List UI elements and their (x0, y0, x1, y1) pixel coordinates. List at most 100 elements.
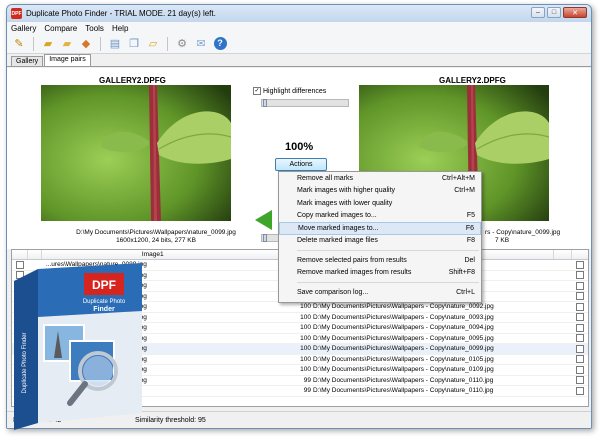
right-image-caption: rs - Copy\nature_0099.jpg 7 KB (485, 229, 560, 245)
row-image2-path: D:\My Documents\Pictures\Wallpapers - Co… (312, 376, 494, 384)
row-checkbox-right[interactable] (572, 260, 588, 270)
chat-icon[interactable]: ✉ (193, 36, 209, 52)
menu-help[interactable]: Help (112, 24, 128, 33)
tab-strip: Gallery Image pairs (7, 54, 591, 67)
toolbar-separator (100, 36, 101, 51)
open-icon[interactable]: ▱ (145, 36, 161, 52)
close-button[interactable]: ✕ (563, 7, 587, 18)
col-check2[interactable] (572, 250, 588, 259)
menu-item-save-log[interactable]: Save comparison log... Ctrl+L (279, 286, 481, 299)
row-checkbox-right[interactable] (572, 302, 588, 312)
row-spacer (554, 365, 572, 375)
row-similarity: 100 (300, 366, 311, 373)
left-image-caption: D:\My Documents\Pictures\Wallpapers\natu… (41, 229, 271, 245)
right-image-info: 7 KB (495, 237, 510, 244)
maximize-button[interactable]: □ (547, 7, 561, 18)
menu-bar: Gallery Compare Tools Help (7, 22, 591, 34)
row-image2-path: D:\My Documents\Pictures\Wallpapers - Co… (312, 334, 494, 342)
box-spine-text: Duplicate Photo Finder (22, 332, 28, 393)
left-image (41, 85, 231, 221)
actions-context-menu: Remove all marks Ctrl+Alt+M Mark images w… (278, 171, 482, 303)
highlight-differences[interactable]: ✓ Highlight differences (253, 87, 326, 95)
zoom-percent: 100% (285, 141, 314, 153)
window-title: Duplicate Photo Finder - TRIAL MODE. 21 … (26, 9, 216, 18)
menu-separator (297, 282, 479, 283)
toolbar-separator (167, 36, 168, 51)
row-image2-path: D:\My Documents\Pictures\Wallpapers - Co… (312, 313, 494, 321)
row-checkbox-right[interactable] (572, 365, 588, 375)
row-checkbox-right[interactable] (572, 344, 588, 354)
row-checkbox-right[interactable] (572, 376, 588, 386)
row-checkbox-right[interactable] (572, 334, 588, 344)
menu-item-remove-marked-images[interactable]: Remove marked images from results Shift+F… (279, 267, 481, 280)
menu-item-mark-higher[interactable]: Mark images with higher quality Ctrl+M (279, 185, 481, 198)
left-gallery-title: GALLERY2.DPFG (99, 76, 166, 85)
row-checkbox-right[interactable] (572, 323, 588, 333)
box-name1: Duplicate Photo (83, 299, 126, 305)
row-image2-path: D:\My Documents\Pictures\Wallpapers - Co… (312, 387, 494, 394)
menu-item-remove-all-marks[interactable]: Remove all marks Ctrl+Alt+M (279, 172, 481, 185)
row-image2-path: D:\My Documents\Pictures\Wallpapers - Co… (312, 303, 494, 310)
col-num2[interactable] (554, 250, 573, 259)
row-similarity: 100 (300, 345, 311, 352)
row-checkbox-right[interactable] (572, 271, 588, 281)
row-checkbox-right[interactable] (572, 355, 588, 365)
menu-item-delete-marked[interactable]: Delete marked image files F8 (279, 235, 481, 248)
row-spacer (554, 292, 572, 302)
row-spacer (554, 386, 572, 396)
highlight-checkbox[interactable]: ✓ (253, 87, 261, 95)
menu-separator (297, 250, 479, 251)
diff-slider[interactable] (261, 99, 349, 107)
menu-gallery[interactable]: Gallery (11, 24, 36, 33)
menu-item-copy-marked[interactable]: Copy marked images to... F5 (279, 210, 481, 223)
menu-item-move-marked[interactable]: Move marked images to... F6 (279, 222, 481, 235)
row-spacer (554, 344, 572, 354)
menu-compare[interactable]: Compare (44, 24, 77, 33)
app-icon: DPF (11, 8, 22, 19)
tab-gallery[interactable]: Gallery (11, 56, 44, 66)
menu-item-mark-lower[interactable]: Mark images with lower quality (279, 197, 481, 210)
left-arrow-icon[interactable] (255, 210, 272, 230)
diff-slider-thumb[interactable] (263, 99, 267, 107)
row-spacer (554, 281, 572, 291)
row-spacer (554, 355, 572, 365)
copy-icon[interactable]: ❐ (126, 36, 142, 52)
row-similarity: 99 (303, 376, 311, 384)
row-similarity: 100 (300, 334, 311, 342)
right-image-path: rs - Copy\nature_0099.jpg (485, 229, 561, 236)
highlight-label: Highlight differences (263, 87, 327, 95)
row-similarity: 99 (303, 387, 311, 394)
col-check1[interactable] (12, 250, 28, 259)
menu-item-remove-selected-pairs[interactable]: Remove selected pairs from results Del (279, 254, 481, 267)
title-bar: DPF Duplicate Photo Finder - TRIAL MODE.… (7, 5, 591, 22)
row-checkbox-right[interactable] (572, 386, 588, 396)
wand-icon[interactable]: ✎ (11, 36, 27, 52)
page-icon[interactable]: ▤ (107, 36, 123, 52)
minimize-button[interactable]: – (531, 7, 545, 18)
col-image1[interactable]: Image1 (42, 250, 288, 259)
row-spacer (554, 376, 572, 386)
left-image-info: 1600x1200, 24 bits, 277 KB (116, 237, 196, 244)
help-icon[interactable]: ? (212, 36, 228, 52)
folder-icon[interactable]: ▰ (59, 36, 75, 52)
row-similarity: 100 (300, 313, 311, 321)
toolbar: ✎ ▰ ▰ ◆ ▤ ❐ ▱ ⚙ ✉ ? (7, 34, 591, 54)
zoom-slider-thumb[interactable] (263, 234, 267, 242)
row-image2-path: D:\My Documents\Pictures\Wallpapers - Co… (312, 324, 494, 331)
compare-icon[interactable]: ◆ (78, 36, 94, 52)
add-folder-icon[interactable]: ▰ (40, 36, 56, 52)
actions-button[interactable]: Actions (275, 158, 327, 171)
row-similarity: 100 (300, 324, 311, 331)
menu-tools[interactable]: Tools (85, 24, 104, 33)
row-checkbox-right[interactable] (572, 313, 588, 323)
col-num1[interactable] (28, 250, 42, 259)
row-spacer (554, 302, 572, 312)
row-image2-path: D:\My Documents\Pictures\Wallpapers - Co… (312, 345, 494, 352)
row-spacer (554, 323, 572, 333)
tab-image-pairs[interactable]: Image pairs (44, 54, 91, 66)
row-checkbox-right[interactable] (572, 281, 588, 291)
settings-icon[interactable]: ⚙ (174, 36, 190, 52)
row-image2-path: D:\My Documents\Pictures\Wallpapers - Co… (312, 366, 494, 373)
box-name2: Finder (93, 306, 115, 313)
row-checkbox-right[interactable] (572, 292, 588, 302)
